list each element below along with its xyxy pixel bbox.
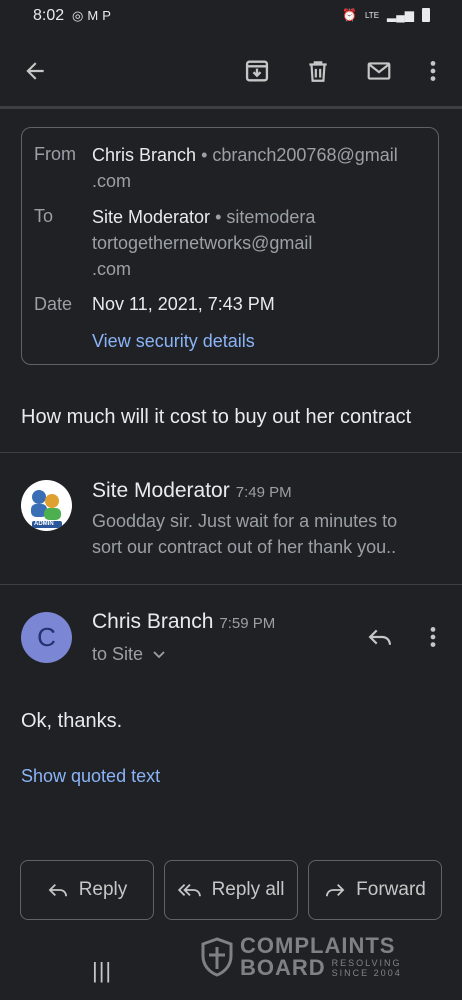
reply-all-label: Reply all	[211, 879, 285, 900]
forward-icon	[326, 883, 345, 897]
complaints-board-watermark: COMPLAINTS BOARD RESOLVING SINCE 2004	[200, 935, 402, 979]
reply-icon[interactable]	[366, 626, 394, 648]
recent-apps-icon[interactable]: |||	[92, 958, 112, 984]
from-value: Chris Branch • cbranch200768@gmail .com	[92, 142, 432, 194]
reply-all-button[interactable]: Reply all	[164, 860, 298, 920]
message-more-options-icon[interactable]	[424, 624, 442, 650]
notification-icons: ◎MP	[72, 8, 115, 24]
back-arrow-icon[interactable]	[22, 58, 48, 84]
watermark-line-1: COMPLAINTS	[240, 933, 396, 958]
watermark-line-2: BOARD	[240, 955, 326, 980]
to-label: To	[34, 206, 54, 226]
to-email-3: .com	[92, 259, 132, 279]
reply-all-icon	[177, 883, 201, 897]
message-2-sender: Chris Branch	[92, 610, 214, 633]
shield-icon	[201, 937, 233, 977]
chevron-down-icon	[153, 651, 165, 659]
instagram-icon: ◎	[72, 8, 88, 23]
from-email-1: • cbranch200768@gmail	[201, 145, 398, 165]
to-value: Site Moderator • sitemodera tortogethern…	[92, 204, 432, 282]
message-1-header[interactable]: Site Moderator 7:49 PM	[92, 479, 292, 503]
from-name: Chris Branch	[92, 145, 197, 165]
paypal-icon: P	[102, 8, 115, 23]
forward-label: Forward	[356, 879, 426, 900]
mark-unread-icon[interactable]	[365, 58, 393, 84]
watermark-line-4: SINCE 2004	[331, 968, 402, 978]
message-1-snippet-line-2: sort our contract out of her thank you..	[92, 537, 397, 557]
message-2-time: 7:59 PM	[219, 615, 276, 632]
separator	[0, 452, 462, 453]
toolbar-divider	[0, 106, 462, 109]
gmail-icon: M	[87, 8, 103, 23]
message-1-snippet[interactable]: Goodday sir. Just wait for a minutes to …	[92, 508, 397, 560]
message-1-sender: Site Moderator	[92, 479, 230, 502]
view-security-details-link[interactable]: View security details	[92, 331, 255, 352]
recipient-label: to Site	[92, 644, 144, 664]
recipient-dropdown[interactable]: to Site	[92, 644, 166, 665]
signal-icon: ▂▄▆	[387, 8, 414, 22]
date-value: Nov 11, 2021, 7:43 PM	[92, 294, 275, 314]
status-time: 8:02	[33, 7, 65, 24]
separator	[0, 584, 462, 585]
show-quoted-text-link[interactable]: Show quoted text	[21, 766, 160, 787]
message-1-time: 7:49 PM	[235, 484, 292, 501]
forward-button[interactable]: Forward	[308, 860, 442, 920]
message-1-snippet-line-1: Goodday sir. Just wait for a minutes to	[92, 511, 398, 531]
chris-avatar[interactable]: C	[21, 612, 72, 663]
admin-avatar-label: ADMIN	[34, 521, 54, 527]
date-label: Date	[34, 294, 73, 314]
battery-icon	[422, 8, 430, 22]
from-label: From	[34, 144, 76, 164]
from-email-2: .com	[92, 171, 132, 191]
archive-icon[interactable]	[243, 57, 271, 85]
more-options-icon[interactable]	[424, 58, 442, 84]
email-subject: How much will it cost to buy out her con…	[21, 406, 412, 428]
reply-button[interactable]: Reply	[20, 860, 154, 920]
message-2-body: Ok, thanks.	[21, 710, 123, 732]
message-2-header[interactable]: Chris Branch 7:59 PM	[92, 610, 275, 634]
network-label: LTE	[364, 10, 380, 20]
reply-label: Reply	[78, 879, 128, 900]
alarm-icon: ⏰	[342, 8, 357, 22]
delete-icon[interactable]	[305, 57, 331, 85]
watermark-line-3: RESOLVING	[331, 958, 402, 968]
to-email-1: • sitemodera	[215, 207, 316, 227]
reply-icon	[48, 883, 67, 897]
status-right: ⏰ LTE ▂▄▆	[342, 8, 430, 22]
admin-avatar[interactable]: ADMIN	[21, 480, 72, 531]
to-email-2: tortogethernetworks@gmail	[92, 233, 313, 253]
to-name: Site Moderator	[92, 207, 211, 227]
